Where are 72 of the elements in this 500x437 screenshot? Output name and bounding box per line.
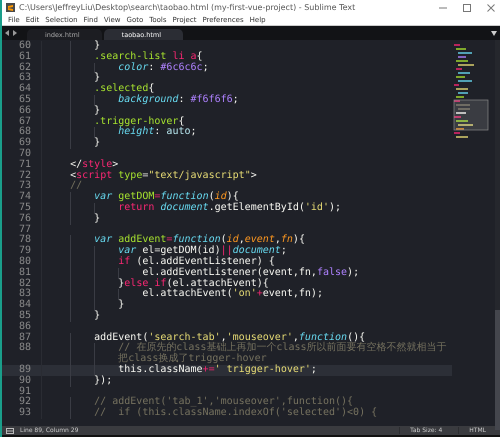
maximize-icon[interactable] xyxy=(462,2,472,12)
tab-arrows-icon[interactable] xyxy=(5,30,17,36)
line-number: 79 xyxy=(2,246,42,257)
code-line: </style> xyxy=(69,160,118,170)
code-line: // 在原先的class基础上再加一个class所以前面要有空格不然就相当于 xyxy=(117,343,447,354)
line-number: 64 xyxy=(2,84,42,95)
line-number: 65 xyxy=(2,94,42,106)
code-line: } xyxy=(93,310,100,322)
code-line: } xyxy=(93,214,100,225)
line-number: 93 xyxy=(2,408,42,419)
line-number: 89 xyxy=(2,364,42,376)
scrollbar-thumb[interactable] xyxy=(495,310,500,430)
code-line: addEvent('search-tab','mouseover',function(){ xyxy=(93,332,366,343)
code-line: return document.getElementById('id'); xyxy=(117,202,342,214)
line-number: 78 xyxy=(2,235,42,246)
code-line: } xyxy=(117,300,124,311)
code-line: .trigger-hover{ xyxy=(93,116,184,127)
line-number: 80 xyxy=(2,256,42,268)
close-icon[interactable] xyxy=(486,2,496,12)
line-number: 91 xyxy=(2,386,42,398)
code-line: if (el.addEventListener) { xyxy=(117,256,275,267)
code-line: el.attachEvent('on'+event,fn); xyxy=(141,289,323,300)
line-number: 71 xyxy=(2,160,42,171)
code-line: }); xyxy=(93,376,112,386)
line-number: 72 xyxy=(2,170,42,182)
code-line: // xyxy=(69,181,82,192)
line-number: 60 xyxy=(2,41,42,52)
line-number: 90 xyxy=(2,376,42,386)
window-title: C:\Users\JeffreyLiu\Desktop\search\taobao.html (my-first-vue-project) - Sublime Text xyxy=(19,3,356,12)
line-number: 62 xyxy=(2,62,42,74)
code-line: // if (this.className.indexOf('selected')<0) { xyxy=(93,408,378,419)
code-line: this.className+=' trigger-hover'; xyxy=(117,364,317,376)
line-number: 76 xyxy=(2,214,42,225)
code-line: var el=getDOM(id)||document; xyxy=(117,246,287,256)
code-line: } xyxy=(93,73,100,84)
panel-icon[interactable] xyxy=(6,428,14,434)
line-number: 68 xyxy=(2,127,42,138)
line-number: 73 xyxy=(2,181,42,192)
code-line: el.addEventListener(event,fn,false); xyxy=(141,268,360,278)
code-line: 把class换成了trigger-hover xyxy=(117,354,267,364)
line-number: 75 xyxy=(2,202,42,214)
line-number: 66 xyxy=(2,106,42,117)
line-number: 92 xyxy=(2,397,42,408)
code-line: <script type="text/javascript"> xyxy=(69,170,257,181)
code-line: background: #f6f6f6; xyxy=(117,94,239,106)
code-line: }else if(el.attachEvent){ xyxy=(117,278,269,289)
code-line: height: auto; xyxy=(118,127,197,138)
code-line: .selected{ xyxy=(93,84,154,94)
line-number: 86 xyxy=(2,322,42,333)
code-line: } xyxy=(93,138,100,149)
line-number: 85 xyxy=(2,310,42,322)
line-number: 69 xyxy=(2,138,42,149)
line-number: 61 xyxy=(2,52,42,63)
app-icon xyxy=(6,3,15,12)
code-line: } xyxy=(93,41,100,51)
code-line: // addEvent('tab_1','mouseover',function(){ xyxy=(93,397,354,408)
line-number: 74 xyxy=(2,192,42,203)
code-line: color: #6c6c6c; xyxy=(117,62,209,74)
line-number: 82 xyxy=(2,278,42,290)
line-number: 87 xyxy=(2,332,42,344)
line-number: 63 xyxy=(2,73,42,84)
dropdown-icon[interactable] xyxy=(491,30,497,36)
line-number: 67 xyxy=(2,116,42,128)
line-number: 77 xyxy=(2,224,42,236)
code-line: .search-list li a{ xyxy=(93,52,203,62)
code-line: var getDOM=function(id){ xyxy=(93,192,239,202)
line-number: 83 xyxy=(2,289,42,300)
line-number: 70 xyxy=(2,148,42,160)
code-line: } xyxy=(93,106,100,116)
line-number: 81 xyxy=(2,268,42,279)
line-number: 84 xyxy=(2,300,42,311)
code-line: var addEvent=function(id,event,fn){ xyxy=(93,235,305,246)
